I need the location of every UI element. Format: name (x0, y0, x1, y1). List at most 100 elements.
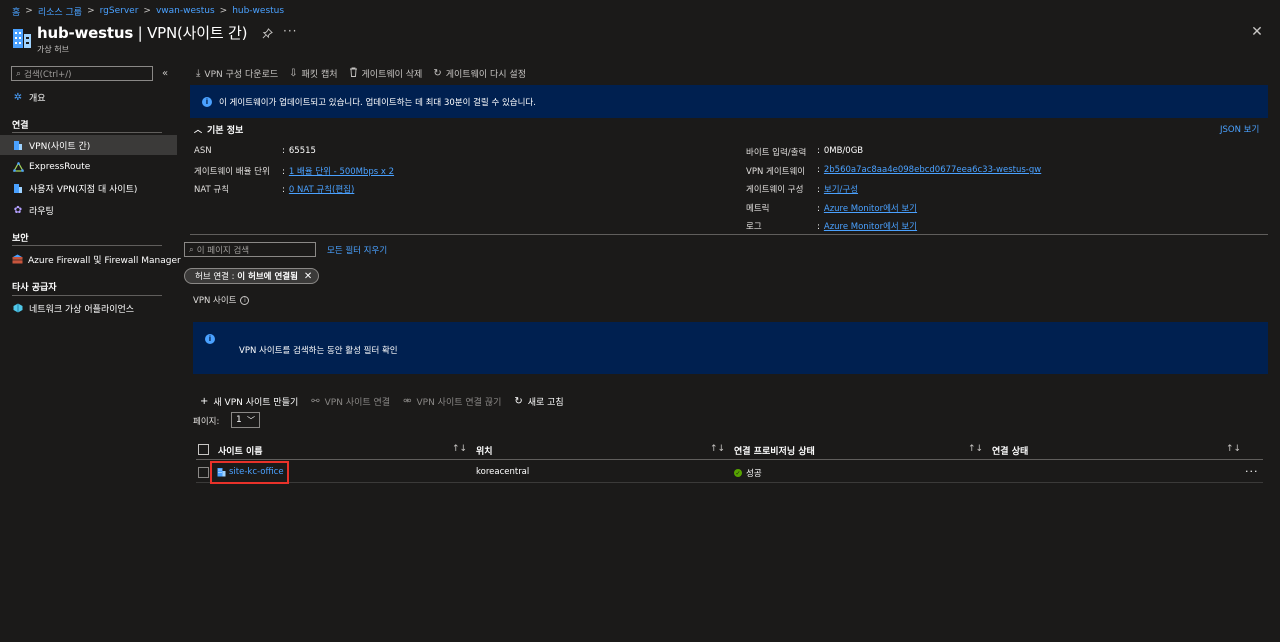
breadcrumb-home[interactable]: 홈 (12, 5, 20, 18)
reset-icon: ↻ (433, 67, 442, 79)
breadcrumb-hub[interactable]: hub-westus (232, 6, 284, 16)
collapse-sidebar-icon[interactable]: « (162, 68, 168, 79)
select-all-checkbox[interactable] (198, 444, 209, 455)
nav-group-connectivity: 연결 (12, 121, 29, 131)
prop-value-scale-units: :1 배율 단위 - 500Mbps x 2 (282, 167, 395, 177)
sidebar-item-azure-firewall[interactable]: Azure Firewall 및 Firewall Manager (0, 249, 181, 269)
prop-value-bytes: :0MB/0GB (817, 146, 864, 156)
prop-value-vpn-gateway: :2b560a7ac8aa4e098ebcd0677eea6c33-westus… (817, 165, 1042, 175)
update-info-text: 이 게이트웨이가 업데이트되고 있습니다. 업데이트하는 데 최대 30분이 걸… (219, 97, 536, 108)
create-vpn-site-button[interactable]: + 새 VPN 사이트 만들기 (200, 395, 298, 408)
sidebar-search-input[interactable]: ⌕ 검색(Ctrl+/) (11, 66, 153, 81)
row-checkbox[interactable] (198, 467, 209, 478)
metrics-link[interactable]: Azure Monitor에서 보기 (824, 204, 917, 214)
asn-value: 65515 (288, 146, 316, 156)
column-header-site-name[interactable]: 사이트 이름 (218, 444, 263, 457)
essentials-toggle[interactable]: ︿ 기본 정보 (194, 123, 243, 136)
connect-vpn-site-label: VPN 사이트 연결 (324, 397, 391, 408)
location-cell: koreacentral (476, 467, 530, 477)
column-header-location[interactable]: 위치 (476, 444, 493, 457)
resource-type: 가상 허브 (37, 45, 69, 54)
prop-label-logs: 로그 (746, 222, 762, 232)
more-options-icon[interactable]: ··· (283, 24, 297, 38)
breadcrumb-rgserver[interactable]: rgServer (100, 6, 139, 16)
scale-units-link[interactable]: 1 배율 단위 - 500Mbps x 2 (289, 167, 394, 177)
sort-icon[interactable]: ↑↓ (710, 444, 725, 454)
sort-icon[interactable]: ↑↓ (1226, 444, 1241, 454)
vpn-gateway-link[interactable]: 2b560a7ac8aa4e098ebcd0677eea6c33-westus-… (824, 165, 1041, 175)
download-vpn-config-button[interactable]: ⤓ VPN 구성 다운로드 (196, 67, 278, 80)
breadcrumb-vwan[interactable]: vwan-westus (156, 6, 215, 16)
vpn-sites-label-text: VPN 사이트 (193, 296, 237, 306)
sidebar-item-nva[interactable]: 네트워크 가상 어플라이언스 (0, 298, 177, 318)
sidebar-item-vpn-site-to-site[interactable]: VPN(사이트 간) (0, 135, 177, 155)
sidebar-search-placeholder: 검색(Ctrl+/) (24, 69, 72, 80)
download-vpn-config-label: VPN 구성 다운로드 (204, 69, 279, 80)
info-icon: i (205, 334, 215, 344)
disconnect-vpn-site-label: VPN 사이트 연결 끊기 (416, 397, 502, 408)
chevron-down-icon: ﹀ (247, 415, 255, 425)
clear-all-filters-link[interactable]: 모든 필터 지우기 (327, 244, 387, 256)
page-search-input[interactable]: ⌕ 이 페이지 검색 (184, 242, 316, 257)
bytes-value: 0MB/0GB (823, 146, 864, 156)
site-name-link[interactable]: site-kc-office (229, 467, 284, 477)
capture-icon: ⇩ (289, 67, 298, 79)
sidebar-item-label: 라우팅 (29, 206, 54, 217)
info-icon: i (202, 96, 212, 107)
packet-capture-button[interactable]: ⇩ 패킷 캡처 (289, 67, 337, 80)
pin-icon[interactable] (261, 27, 273, 39)
sidebar-item-expressroute[interactable]: ExpressRoute (0, 157, 177, 177)
sidebar-item-label: 개요 (29, 93, 46, 104)
reset-gateway-label: 게이트웨이 다시 설정 (445, 69, 526, 80)
sidebar-item-user-vpn[interactable]: 사용자 VPN(지점 대 사이트) (0, 178, 177, 198)
json-view-link[interactable]: JSON 보기 (1220, 123, 1259, 135)
refresh-button[interactable]: ↻ 새로 고침 (514, 395, 563, 408)
nav-group-security: 보안 (12, 234, 29, 244)
update-info-banner: i 이 게이트웨이가 업데이트되고 있습니다. 업데이트하는 데 최대 30분이… (190, 85, 1268, 118)
nav-divider (12, 295, 162, 296)
success-check-icon: ✓ (734, 469, 742, 477)
sidebar-item-routing[interactable]: ✿ 라우팅 (0, 200, 177, 220)
breadcrumb-resource-groups[interactable]: 리소스 그룹 (38, 5, 82, 18)
breadcrumb-separator: > (87, 6, 95, 16)
sidebar-item-overview[interactable]: ✲ 개요 (0, 87, 177, 107)
prop-value-logs: : Azure Monitor에서 보기 (817, 222, 918, 232)
column-header-connection-state[interactable]: 연결 상태 (992, 444, 1028, 457)
create-vpn-site-label: 새 VPN 사이트 만들기 (213, 397, 299, 408)
command-bar: ⤓ VPN 구성 다운로드 ⇩ 패킷 캡처 게이트웨이 삭제 ↻ 게이트웨이 다… (196, 66, 526, 80)
hub-connection-filter-pill[interactable]: 허브 연결 : 이 허브에 연결됨 ✕ (184, 268, 320, 284)
table-row: site-kc-office koreacentral ✓ 성공 ··· (196, 461, 1263, 484)
remove-filter-icon[interactable]: ✕ (304, 271, 312, 282)
delete-gateway-button[interactable]: 게이트웨이 삭제 (349, 67, 423, 80)
blade-title: VPN(사이트 간) (147, 24, 248, 42)
prop-value-metrics: : Azure Monitor에서 보기 (817, 204, 918, 214)
info-circle-icon[interactable]: i (240, 295, 250, 305)
overview-icon: ✲ (13, 91, 23, 103)
vpn-sites-command-bar: + 새 VPN 사이트 만들기 ⚯ VPN 사이트 연결 ⚮ VPN 사이트 연… (200, 394, 564, 408)
routing-icon: ✿ (13, 204, 23, 216)
sidebar: ⌕ 검색(Ctrl+/) « ✲ 개요 연결 VPN(사이트 간) Expres… (0, 62, 181, 642)
chevron-up-icon: ︿ (194, 125, 202, 134)
blade-header: hub-westus | VPN(사이트 간) 가상 허브 (12, 22, 247, 54)
sort-icon[interactable]: ↑↓ (452, 444, 467, 454)
site-name-cell: site-kc-office (217, 467, 284, 477)
page-select[interactable]: 1 ﹀ (231, 412, 260, 428)
disconnect-vpn-site-button[interactable]: ⚮ VPN 사이트 연결 끊기 (403, 395, 501, 408)
delete-gateway-label: 게이트웨이 삭제 (361, 69, 423, 80)
column-header-provisioning-state[interactable]: 연결 프로비저닝 상태 (734, 444, 815, 457)
row-more-options-icon[interactable]: ··· (1245, 465, 1259, 478)
close-icon[interactable]: ✕ (1250, 24, 1264, 40)
gateway-config-link[interactable]: 보기/구성 (824, 185, 858, 195)
sort-icon[interactable]: ↑↓ (968, 444, 983, 454)
expressroute-icon (12, 161, 24, 173)
reset-gateway-button[interactable]: ↻ 게이트웨이 다시 설정 (433, 67, 526, 80)
vpn-site-icon (217, 468, 226, 477)
pagination-label: 페이지: (193, 417, 220, 427)
essentials-title: 기본 정보 (207, 126, 244, 136)
logs-link[interactable]: Azure Monitor에서 보기 (824, 222, 917, 232)
nat-rules-link[interactable]: 0 NAT 규칙(편집) (289, 185, 354, 195)
connect-vpn-site-button[interactable]: ⚯ VPN 사이트 연결 (311, 395, 390, 408)
breadcrumb-separator: > (25, 6, 33, 16)
active-filter-banner: i VPN 사이트를 검색하는 동안 활성 필터 확인 (193, 322, 1268, 374)
prop-label-asn: ASN (194, 146, 212, 156)
